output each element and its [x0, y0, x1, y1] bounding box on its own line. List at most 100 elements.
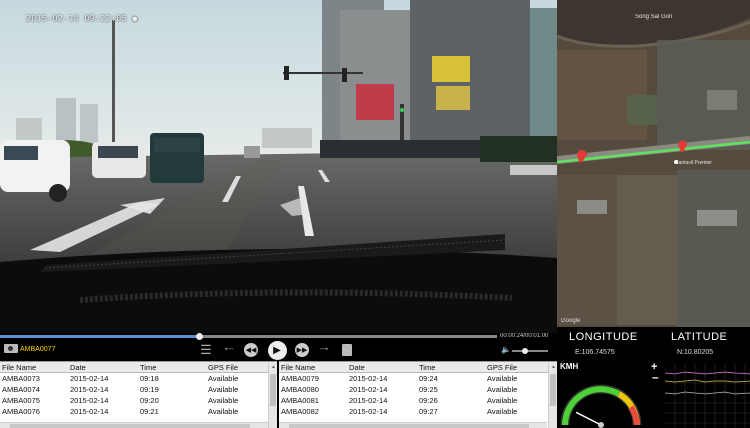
table-row[interactable]: AMBA0075 2015-02-14 09:20 Available	[0, 395, 277, 406]
cell-file-name: AMBA0079	[281, 374, 319, 383]
cell-date: 2015-02-14	[349, 407, 388, 416]
cell-time: 09:21	[140, 407, 159, 416]
video-scene	[0, 0, 557, 333]
longitude-value: E:106.74575	[575, 349, 615, 356]
cell-time: 09:25	[419, 385, 438, 394]
cell-date: 2015-02-14	[70, 396, 109, 405]
time-readout: 00:00:24/00:01:00	[500, 333, 549, 339]
volume-thumb[interactable]	[521, 348, 528, 354]
list-icon[interactable]: ☰	[199, 342, 213, 358]
gauge-dial	[560, 384, 642, 428]
cell-gps-file: Available	[208, 396, 239, 405]
latitude-label: LATITUDE	[671, 331, 728, 343]
speed-gauge: KMH	[557, 361, 645, 428]
cell-time: 09:24	[419, 374, 438, 383]
cell-date: 2015-02-14	[349, 385, 388, 394]
cell-gps-file: Available	[487, 396, 518, 405]
cell-time: 09:20	[140, 396, 159, 405]
cell-gps-file: Available	[208, 374, 239, 383]
header-gps-file[interactable]: GPS File	[208, 363, 266, 372]
header-time[interactable]: Time	[419, 363, 487, 372]
scroll-up-icon[interactable]: ▲	[551, 364, 556, 370]
camera-icon	[4, 344, 18, 353]
progress-fill	[0, 335, 199, 338]
osd-timestamp: 2015-02-14 09:22:05 ●	[26, 14, 138, 23]
cell-time: 09:27	[419, 407, 438, 416]
cell-gps-file: Available	[208, 407, 239, 416]
fast-forward-icon[interactable]: ▶▶	[294, 342, 310, 358]
file-table-left: File Name Date Time GPS File AMBA0073 20…	[0, 361, 277, 428]
cell-date: 2015-02-14	[349, 396, 388, 405]
longitude-label: LONGITUDE	[569, 331, 638, 343]
satellite-map[interactable]: Song Sai Gon Cantavil Premier Google	[557, 0, 750, 333]
header-date[interactable]: Date	[349, 363, 419, 372]
table-header: File Name Date Time GPS File	[0, 362, 277, 373]
zoom-controls: + –	[647, 361, 665, 428]
table-row[interactable]: AMBA0073 2015-02-14 09:18 Available	[0, 373, 277, 384]
cell-time: 09:26	[419, 396, 438, 405]
horizontal-scrollbar[interactable]	[279, 422, 547, 428]
cell-date: 2015-02-14	[70, 385, 109, 394]
header-time[interactable]: Time	[140, 363, 208, 372]
next-icon[interactable]: 🠂	[316, 342, 332, 358]
cell-date: 2015-02-14	[70, 407, 109, 416]
cell-file-name: AMBA0082	[281, 407, 319, 416]
save-icon[interactable]	[340, 342, 354, 358]
zoom-out-icon[interactable]: –	[652, 370, 659, 384]
g-sensor-graph	[665, 363, 750, 428]
play-icon[interactable]: ▶	[267, 340, 287, 360]
header-gps-file[interactable]: GPS File	[487, 363, 545, 372]
map-copyright: Google	[561, 318, 581, 324]
progress-slider[interactable]	[0, 333, 497, 340]
g-sensor-plot	[665, 363, 750, 428]
latitude-value: N:10.80205	[677, 349, 714, 356]
cell-time: 09:19	[140, 385, 159, 394]
file-table-right: File Name Date Time GPS File AMBA0079 20…	[279, 361, 557, 428]
cell-file-name: AMBA0073	[2, 374, 40, 383]
table-row[interactable]: AMBA0081 2015-02-14 09:26 Available	[279, 395, 557, 406]
cell-time: 09:18	[140, 374, 159, 383]
scrollbar-thumb[interactable]	[10, 424, 250, 428]
scrollbar-thumb[interactable]	[289, 424, 529, 428]
cell-file-name: AMBA0081	[281, 396, 319, 405]
header-file-name[interactable]: File Name	[279, 363, 349, 372]
cell-date: 2015-02-14	[70, 374, 109, 383]
scrollbar-thumb[interactable]	[270, 374, 276, 406]
cell-file-name: AMBA0080	[281, 385, 319, 394]
cell-gps-file: Available	[487, 374, 518, 383]
progress-thumb[interactable]	[195, 333, 203, 340]
volume-icon[interactable]: 🔈	[501, 345, 511, 354]
cell-file-name: AMBA0076	[2, 407, 40, 416]
gps-coordinates-panel: LONGITUDE LATITUDE E:106.74575 N:10.8020…	[557, 327, 750, 361]
map-river-label: Song Sai Gon	[635, 14, 673, 20]
gauge-needle	[575, 411, 602, 426]
cell-file-name: AMBA0075	[2, 396, 40, 405]
table-row[interactable]: AMBA0082 2015-02-14 09:27 Available	[279, 406, 557, 417]
map-road-label: Cantavil Premier	[675, 160, 712, 166]
cell-date: 2015-02-14	[349, 374, 388, 383]
cell-gps-file: Available	[487, 407, 518, 416]
table-row[interactable]: AMBA0080 2015-02-14 09:25 Available	[279, 384, 557, 395]
speed-unit-label: KMH	[560, 362, 579, 371]
vertical-scrollbar[interactable]: ▲	[548, 362, 557, 428]
vertical-scrollbar[interactable]: ▲	[268, 362, 277, 428]
rewind-icon[interactable]: ◀◀	[243, 342, 259, 358]
video-frame: 2015-02-14 09:22:05 ●	[0, 0, 557, 333]
playback-bar: 00:00:24/00:01:00 AMBA0077 ☰ 🠀 ◀◀ ▶ ▶▶ 🠂…	[0, 333, 557, 361]
map-imagery	[557, 0, 750, 333]
scrollbar-thumb[interactable]	[550, 374, 556, 406]
current-file-name: AMBA0077	[20, 346, 56, 353]
previous-icon[interactable]: 🠀	[221, 342, 237, 358]
cell-file-name: AMBA0074	[2, 385, 40, 394]
header-file-name[interactable]: File Name	[0, 363, 70, 372]
table-header: File Name Date Time GPS File	[279, 362, 557, 373]
horizontal-scrollbar[interactable]	[0, 422, 268, 428]
table-row[interactable]: AMBA0079 2015-02-14 09:24 Available	[279, 373, 557, 384]
volume-slider[interactable]	[512, 348, 548, 354]
header-date[interactable]: Date	[70, 363, 140, 372]
scroll-up-icon[interactable]: ▲	[271, 364, 276, 370]
cell-gps-file: Available	[487, 385, 518, 394]
cell-gps-file: Available	[208, 385, 239, 394]
table-row[interactable]: AMBA0076 2015-02-14 09:21 Available	[0, 406, 277, 417]
table-row[interactable]: AMBA0074 2015-02-14 09:19 Available	[0, 384, 277, 395]
